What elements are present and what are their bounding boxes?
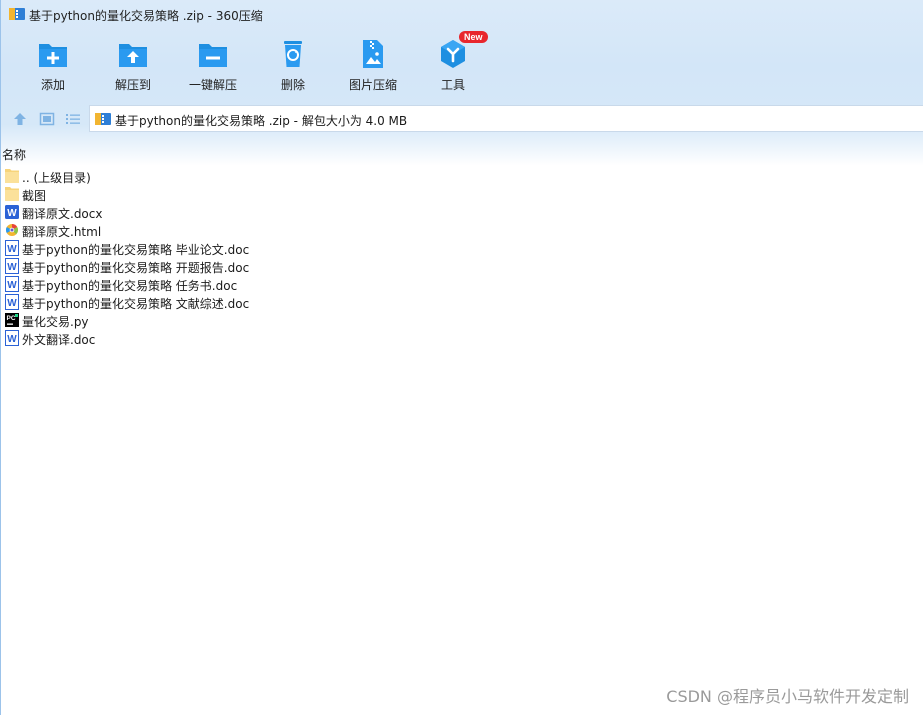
extract-to-icon: [119, 44, 147, 67]
list-item[interactable]: .. (上级目录): [1, 167, 601, 185]
name-column-label: 名称: [2, 148, 27, 162]
zip-archive-icon: [9, 8, 25, 20]
word-doc-icon: W: [5, 294, 19, 310]
list-item[interactable]: PC 量化交易.py: [1, 311, 601, 329]
file-name: .. (上级目录): [22, 171, 91, 185]
one-click-extract-label: 一键解压: [188, 78, 237, 92]
extract-to-button[interactable]: 解压到: [95, 34, 171, 96]
list-item[interactable]: 截图: [1, 185, 601, 203]
file-name: 翻译原文.docx: [22, 207, 103, 221]
file-name: 外文翻译.doc: [22, 333, 96, 347]
one-click-extract-button[interactable]: 一键解压: [175, 34, 251, 96]
tools-label: 工具: [440, 78, 465, 92]
svg-text:PC: PC: [7, 315, 16, 322]
window-title: 基于python的量化交易策略 .zip - 360压缩: [29, 9, 263, 23]
archive-window: 基于python的量化交易策略 .zip - 360压缩 添加 解压到 一键解压…: [0, 0, 923, 715]
pycharm-icon: PC: [5, 313, 19, 327]
svg-text:W: W: [7, 334, 17, 345]
add-button[interactable]: 添加: [15, 34, 91, 96]
file-name: 基于python的量化交易策略 毕业论文.doc: [22, 243, 250, 257]
list-item[interactable]: W 基于python的量化交易策略 任务书.doc: [1, 275, 601, 293]
svg-text:W: W: [7, 280, 17, 291]
address-bar[interactable]: 基于python的量化交易策略 .zip - 解包大小为 4.0 MB: [89, 105, 923, 132]
word-doc-icon: W: [5, 240, 19, 256]
word-doc-icon: W: [5, 276, 19, 292]
delete-label: 删除: [280, 78, 305, 92]
file-name: 基于python的量化交易策略 开题报告.doc: [22, 261, 250, 275]
new-badge: New: [459, 31, 488, 43]
svg-text:W: W: [7, 298, 17, 309]
up-arrow-icon[interactable]: [12, 111, 28, 127]
word-doc-icon: W: [5, 330, 19, 346]
file-name: 基于python的量化交易策略 任务书.doc: [22, 279, 238, 293]
image-compress-label: 图片压缩: [348, 78, 397, 92]
list-view-icon[interactable]: [65, 111, 81, 127]
image-compress-icon: [363, 40, 383, 68]
delete-button[interactable]: 删除: [255, 34, 331, 96]
name-column-header[interactable]: 名称: [1, 146, 301, 162]
thumbnail-view-icon[interactable]: [39, 111, 55, 127]
tools-button[interactable]: New 工具: [415, 31, 491, 96]
word-docx-icon: W: [5, 205, 19, 219]
address-text: 基于python的量化交易策略 .zip - 解包大小为 4.0 MB: [115, 114, 408, 128]
file-name: 截图: [22, 189, 47, 203]
zip-archive-icon: [95, 113, 111, 125]
folder-icon: [5, 169, 19, 183]
file-name: 量化交易.py: [22, 315, 89, 329]
watermark: CSDN @程序员小马软件开发定制: [666, 687, 909, 706]
svg-text:W: W: [7, 262, 17, 273]
list-item[interactable]: W 基于python的量化交易策略 毕业论文.doc: [1, 239, 601, 257]
list-item[interactable]: W 基于python的量化交易策略 文献综述.doc: [1, 293, 601, 311]
title-bar: 基于python的量化交易策略 .zip - 360压缩: [1, 0, 923, 28]
image-compress-button[interactable]: 图片压缩: [335, 34, 411, 96]
add-icon: [39, 44, 67, 67]
list-item[interactable]: 翻译原文.html: [1, 221, 601, 239]
toolbar: 添加 解压到 一键解压 删除 图片压缩 New 工具: [1, 28, 923, 100]
file-list: .. (上级目录) 截图 W 翻译原文.docx 翻译原文.html W 基于p…: [1, 167, 601, 347]
list-item[interactable]: W 翻译原文.docx: [1, 203, 601, 221]
extract-to-label: 解压到: [114, 78, 151, 92]
browser-html-icon: [5, 224, 18, 236]
one-click-extract-icon: [199, 44, 227, 67]
navigation-bar: 基于python的量化交易策略 .zip - 解包大小为 4.0 MB: [1, 104, 923, 134]
svg-text:W: W: [7, 244, 17, 255]
file-name: 基于python的量化交易策略 文献综述.doc: [22, 297, 250, 311]
list-item[interactable]: W 基于python的量化交易策略 开题报告.doc: [1, 257, 601, 275]
svg-text:W: W: [7, 208, 17, 219]
list-item[interactable]: W 外文翻译.doc: [1, 329, 601, 347]
delete-icon: [284, 41, 302, 67]
word-doc-icon: W: [5, 258, 19, 274]
file-name: 翻译原文.html: [22, 225, 102, 239]
folder-icon: [5, 187, 19, 201]
add-label: 添加: [40, 78, 65, 92]
